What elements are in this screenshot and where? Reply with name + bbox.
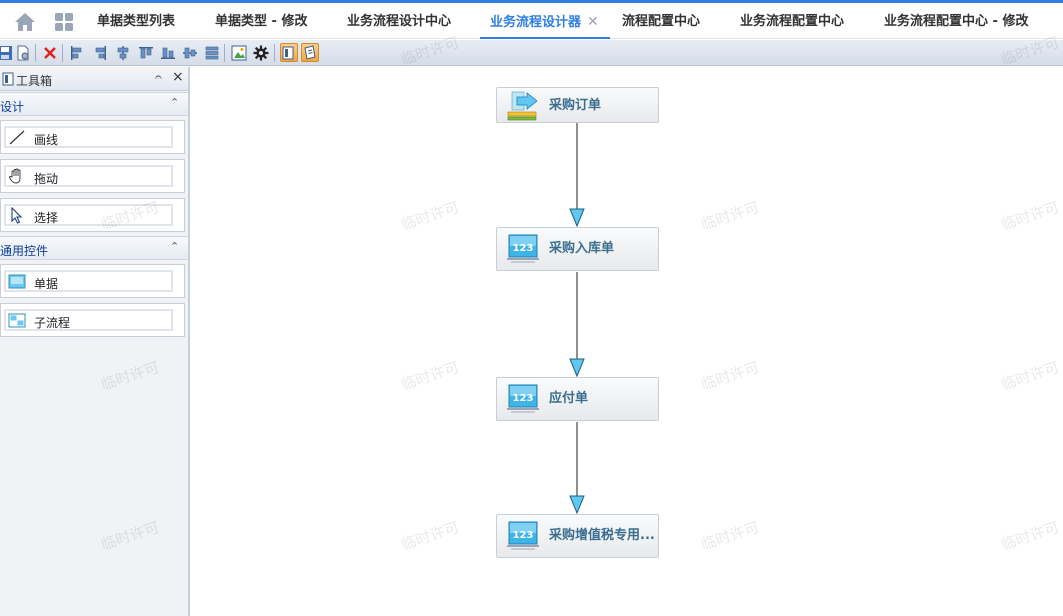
icon-number-text: 123	[513, 243, 534, 254]
item-box: 子流程	[4, 309, 173, 331]
align-top-button[interactable]	[137, 43, 155, 62]
design-canvas[interactable]: 采购订单 123 采购入库单 123 应付单 123 采购增值税专用...	[192, 67, 1063, 616]
subflow-icon	[8, 313, 26, 328]
tab-label: 流程配置中心	[622, 14, 701, 29]
app-window: 单据类型列表 单据类型 - 修改 业务流程设计中心 业务流程设计器 ✕ 流程配置中…	[0, 0, 1063, 616]
chevron-up-icon[interactable]: ⌃	[170, 96, 179, 109]
tab-bar: 单据类型列表 单据类型 - 修改 业务流程设计中心 业务流程设计器 ✕ 流程配置中…	[0, 3, 1063, 39]
align-bottom-button[interactable]	[159, 43, 177, 62]
flow-node-payable[interactable]: 123 应付单	[496, 377, 659, 421]
item-box: 拖动	[4, 165, 173, 187]
properties-toggle-button[interactable]	[301, 43, 319, 62]
item-label: 画线	[34, 133, 59, 147]
align-center-icon	[117, 45, 129, 60]
align-right-button[interactable]	[91, 43, 109, 62]
tab-close-icon[interactable]: ✕	[587, 14, 599, 30]
section-title: 通用控件	[0, 244, 49, 258]
connector-2[interactable]	[569, 272, 585, 378]
properties-icon	[304, 44, 316, 60]
section-common-controls[interactable]: 通用控件 ⌃	[0, 236, 188, 260]
flow-node-vat-invoice[interactable]: 123 采购增值税专用...	[496, 514, 659, 558]
toolbox-title: 工具箱	[16, 74, 53, 88]
section-design[interactable]: 设计 ⌃	[0, 92, 188, 116]
hand-icon	[9, 168, 21, 184]
connector-3[interactable]	[569, 422, 585, 515]
align-middle-icon	[183, 47, 197, 58]
connector-1[interactable]	[569, 123, 585, 228]
icon-number-text: 123	[513, 530, 534, 541]
chevron-up-icon[interactable]: ⌃	[170, 240, 179, 253]
tab-process-config-center[interactable]: 业务流程配置中心	[740, 3, 844, 39]
tab-label: 业务流程配置中心	[740, 14, 845, 29]
same-size-button[interactable]	[203, 43, 221, 62]
item-label: 选择	[34, 211, 59, 225]
designer-toolbar	[0, 40, 1063, 66]
save-icon	[0, 45, 12, 60]
align-left-icon	[71, 45, 82, 60]
settings-button[interactable]	[252, 43, 270, 62]
align-top-icon	[139, 46, 153, 58]
delete-x-icon	[44, 46, 56, 59]
toolbox-item-subflow[interactable]: 子流程	[0, 303, 185, 337]
align-bottom-icon	[161, 47, 175, 59]
icon-number-text: 123	[513, 393, 534, 404]
toolbox-toggle-button[interactable]	[280, 43, 298, 62]
start-arrow-icon	[507, 91, 538, 121]
tab-process-designer[interactable]: 业务流程设计器 ✕	[480, 3, 610, 39]
image-button[interactable]	[230, 43, 248, 62]
pointer-icon	[11, 207, 23, 224]
tab-process-design-center[interactable]: 业务流程设计中心	[347, 3, 451, 39]
flow-node-purchase-order[interactable]: 采购订单	[496, 87, 659, 123]
tab-flow-config-center[interactable]: 流程配置中心	[622, 3, 700, 39]
tab-label: 业务流程设计中心	[347, 14, 452, 29]
item-box: 画线	[4, 126, 173, 148]
tab-label: 单据类型列表	[97, 14, 176, 29]
home-icon[interactable]	[14, 12, 36, 32]
toolbox-header-icon	[2, 72, 14, 86]
document-icon	[8, 274, 26, 289]
toolbox-item-drag[interactable]: 拖动	[0, 159, 185, 193]
close-icon[interactable]: ×	[172, 69, 184, 85]
item-box: 选择	[4, 204, 173, 226]
apps-grid-icon[interactable]	[55, 13, 73, 31]
number-123-icon: 123	[507, 384, 539, 413]
tab-bill-type-list[interactable]: 单据类型列表	[97, 3, 175, 39]
toolbox-item-select[interactable]: 选择	[0, 198, 185, 232]
item-label: 单据	[34, 277, 59, 291]
image-icon	[231, 45, 247, 60]
item-label: 子流程	[34, 316, 71, 330]
tab-process-config-edit[interactable]: 业务流程配置中心 - 修改	[884, 3, 1028, 39]
toolbox-header: 工具箱 𝄐 ×	[0, 67, 188, 91]
node-label: 采购订单	[549, 98, 602, 113]
align-center-button[interactable]	[114, 43, 132, 62]
toolbox-item-draw-line[interactable]: 画线	[0, 120, 185, 154]
number-123-icon: 123	[507, 234, 539, 263]
align-left-button[interactable]	[68, 43, 86, 62]
align-middle-button[interactable]	[181, 43, 199, 62]
save-button[interactable]	[0, 43, 14, 62]
align-right-icon	[95, 45, 106, 60]
node-label: 应付单	[549, 391, 589, 406]
section-title: 设计	[0, 100, 25, 114]
preview-button[interactable]	[14, 43, 32, 62]
tab-bill-type-edit[interactable]: 单据类型 - 修改	[215, 3, 307, 39]
toolbox-panel: 工具箱 𝄐 × 设计 ⌃ 画线 拖动 选择 通用控件 ⌃ 单据 子流程	[0, 67, 190, 616]
number-123-icon: 123	[507, 521, 539, 550]
flow-node-purchase-receipt[interactable]: 123 采购入库单	[496, 227, 659, 271]
item-label: 拖动	[34, 172, 59, 186]
page-gear-icon	[17, 45, 29, 60]
node-label: 采购入库单	[549, 241, 615, 256]
node-label: 采购增值税专用...	[549, 528, 655, 543]
gear-icon	[253, 45, 269, 60]
delete-button[interactable]	[41, 43, 59, 62]
toolbox-item-document[interactable]: 单据	[0, 264, 185, 298]
tab-label: 单据类型 - 修改	[215, 14, 308, 29]
toolbox-icon	[282, 46, 294, 59]
pin-icon[interactable]: 𝄐	[155, 70, 162, 85]
same-size-icon	[205, 46, 219, 59]
line-icon	[9, 130, 25, 145]
tab-label: 业务流程设计器	[490, 15, 582, 30]
tab-label: 业务流程配置中心 - 修改	[884, 14, 1029, 29]
item-box: 单据	[4, 270, 173, 292]
